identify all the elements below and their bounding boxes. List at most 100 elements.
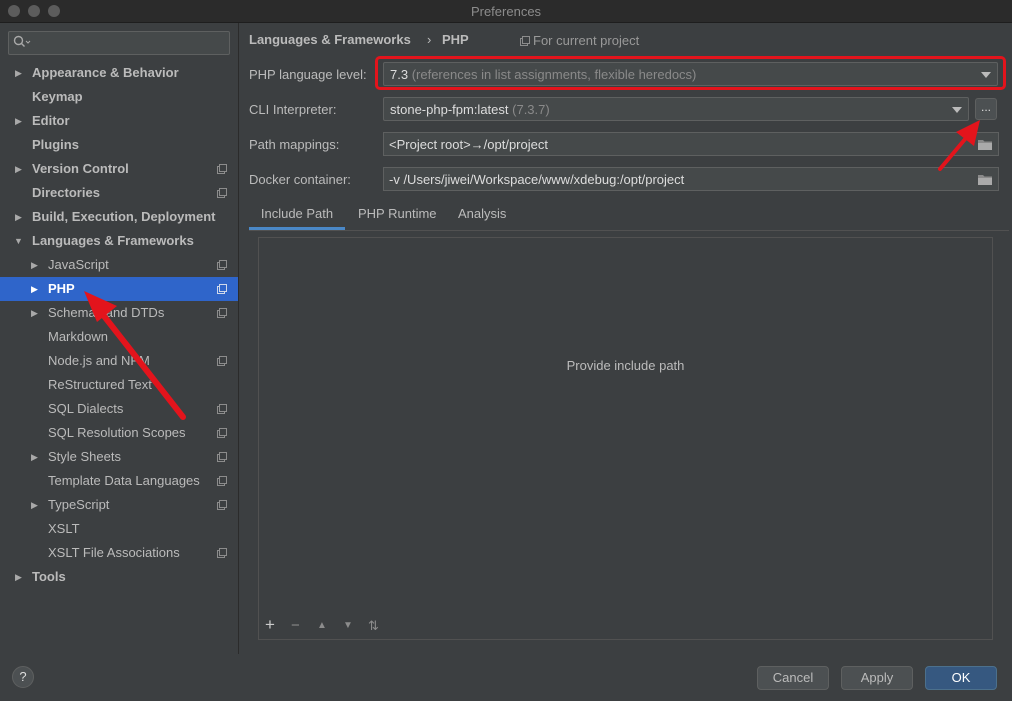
sidebar-item-sql-resolution-scopes[interactable]: SQL Resolution Scopes: [0, 421, 238, 445]
sidebar-item-label: SQL Dialects: [48, 401, 124, 416]
path-mappings-field[interactable]: <Project root>→/opt/project: [383, 132, 999, 156]
sidebar-item-keymap[interactable]: Keymap: [0, 85, 238, 109]
project-scope-icon: [217, 452, 227, 462]
sidebar-item-label: Node.js and NPM: [48, 353, 150, 368]
sidebar-item-label: XSLT: [48, 521, 80, 536]
breadcrumb-parent[interactable]: Languages & Frameworks: [249, 32, 411, 47]
sidebar-item-sql-dialects[interactable]: SQL Dialects: [0, 397, 238, 421]
project-scope-icon: [217, 500, 227, 510]
project-scope-icon: [520, 36, 530, 46]
remove-icon[interactable]: −: [291, 617, 300, 634]
sidebar-item-label: XSLT File Associations: [48, 545, 180, 560]
tab-analysis[interactable]: Analysis: [458, 204, 506, 230]
search-input[interactable]: [35, 34, 229, 52]
tab-divider: [249, 230, 1009, 231]
cli-interpreter-more-button[interactable]: ...: [975, 98, 997, 120]
annotation-highlight-box: [375, 56, 1006, 90]
sidebar-item-label: Style Sheets: [48, 449, 121, 464]
expand-arrow-icon[interactable]: ▶: [31, 277, 38, 301]
search-box[interactable]: [8, 31, 230, 55]
expand-arrow-icon[interactable]: ▶: [31, 445, 38, 469]
sidebar-item-schemas-dtds[interactable]: ▶ Schemas and DTDs: [0, 301, 238, 325]
sidebar-item-plugins[interactable]: Plugins: [0, 133, 238, 157]
cli-interpreter-label: CLI Interpreter:: [249, 102, 337, 117]
sidebar-item-label: PHP: [48, 281, 75, 296]
language-level-label: PHP language level:: [249, 67, 367, 82]
ok-button[interactable]: OK: [925, 666, 997, 690]
project-scope-icon: [217, 428, 227, 438]
tab-include-path[interactable]: Include Path: [249, 204, 345, 230]
docker-container-field[interactable]: -v /Users/jiwei/Workspace/www/xdebug:/op…: [383, 167, 999, 191]
collapse-arrow-icon[interactable]: ▼: [14, 229, 23, 253]
add-icon[interactable]: +: [265, 615, 275, 635]
sidebar-item-template-data-languages[interactable]: Template Data Languages: [0, 469, 238, 493]
sidebar-item-label: Markdown: [48, 329, 108, 344]
sidebar-item-label: SQL Resolution Scopes: [48, 425, 186, 440]
project-scope-icon: [217, 476, 227, 486]
expand-arrow-icon[interactable]: ▶: [31, 301, 38, 325]
sidebar-item-appearance-behavior[interactable]: ▶ Appearance & Behavior: [0, 61, 238, 85]
expand-arrow-icon[interactable]: ▶: [15, 205, 22, 229]
window-title: Preferences: [470, 4, 542, 19]
project-scope-icon: [217, 308, 227, 318]
include-path-toolbar: + − ▲ ▼ ⇅: [258, 614, 993, 640]
sidebar-item-label: Tools: [32, 569, 66, 584]
sidebar-item-xslt-file-associations[interactable]: XSLT File Associations: [0, 541, 238, 565]
sidebar-item-style-sheets[interactable]: ▶ Style Sheets: [0, 445, 238, 469]
project-scope-icon: [217, 404, 227, 414]
sidebar-item-javascript[interactable]: ▶ JavaScript: [0, 253, 238, 277]
sidebar-item-markdown[interactable]: Markdown: [0, 325, 238, 349]
sidebar-item-label: JavaScript: [48, 257, 109, 272]
scope-label: For current project: [533, 33, 640, 48]
expand-arrow-icon[interactable]: ▶: [15, 61, 22, 85]
sidebar-item-label: TypeScript: [48, 497, 110, 512]
search-icon: [13, 35, 31, 52]
dropdown-arrow-icon: [952, 107, 962, 113]
expand-arrow-icon[interactable]: ▶: [15, 109, 22, 133]
sidebar-item-label: Appearance & Behavior: [32, 65, 179, 80]
move-down-icon[interactable]: ▼: [343, 620, 353, 631]
sidebar-item-label: Keymap: [32, 89, 83, 104]
docker-container-label: Docker container:: [249, 172, 351, 187]
sidebar-item-build-execution-deployment[interactable]: ▶ Build, Execution, Deployment: [0, 205, 238, 229]
sidebar-item-directories[interactable]: Directories: [0, 181, 238, 205]
sidebar-item-restructured-text[interactable]: ReStructured Text: [0, 373, 238, 397]
cli-interpreter-dropdown[interactable]: stone-php-fpm:latest (7.3.7): [383, 97, 969, 121]
settings-content: Languages & Frameworks › PHP For current…: [239, 23, 1012, 654]
project-scope-icon: [217, 356, 227, 366]
empty-list-text: Provide include path: [566, 358, 685, 373]
apply-button[interactable]: Apply: [841, 666, 913, 690]
folder-icon[interactable]: [977, 173, 993, 189]
sidebar-item-label: Directories: [32, 185, 100, 200]
move-up-icon[interactable]: ▲: [317, 620, 327, 631]
cancel-button[interactable]: Cancel: [757, 666, 829, 690]
docker-container-value: -v /Users/jiwei/Workspace/www/xdebug:/op…: [389, 172, 685, 187]
project-scope-icon: [217, 260, 227, 270]
dialog-footer: ? Cancel Apply OK: [0, 654, 1012, 701]
sidebar-item-typescript[interactable]: ▶ TypeScript: [0, 493, 238, 517]
sidebar-item-languages-frameworks[interactable]: ▼ Languages & Frameworks: [0, 229, 238, 253]
sidebar-item-tools[interactable]: ▶ Tools: [0, 565, 238, 589]
sidebar-item-version-control[interactable]: ▶ Version Control: [0, 157, 238, 181]
sidebar-item-label: Languages & Frameworks: [32, 233, 194, 248]
tab-php-runtime[interactable]: PHP Runtime: [358, 204, 437, 230]
project-scope-icon: [217, 548, 227, 558]
expand-arrow-icon[interactable]: ▶: [15, 157, 22, 181]
sidebar-item-label: Template Data Languages: [48, 473, 200, 488]
include-path-list[interactable]: Provide include path: [258, 237, 993, 640]
expand-arrow-icon[interactable]: ▶: [31, 493, 38, 517]
sidebar-item-label: Schemas and DTDs: [48, 305, 165, 320]
sidebar-item-nodejs-npm[interactable]: Node.js and NPM: [0, 349, 238, 373]
path-mappings-value: <Project root>→/opt/project: [389, 137, 548, 152]
help-button[interactable]: ?: [12, 666, 34, 688]
sidebar-item-label: Editor: [32, 113, 70, 128]
breadcrumb-current: PHP: [442, 32, 469, 47]
sort-icon[interactable]: ⇅: [368, 618, 379, 634]
sidebar-item-xslt[interactable]: XSLT: [0, 517, 238, 541]
expand-arrow-icon[interactable]: ▶: [15, 565, 22, 589]
sidebar-item-php[interactable]: ▶ PHP: [0, 277, 238, 301]
sidebar-item-label: Plugins: [32, 137, 79, 152]
folder-icon[interactable]: [977, 138, 993, 154]
expand-arrow-icon[interactable]: ▶: [31, 253, 38, 277]
sidebar-item-editor[interactable]: ▶ Editor: [0, 109, 238, 133]
